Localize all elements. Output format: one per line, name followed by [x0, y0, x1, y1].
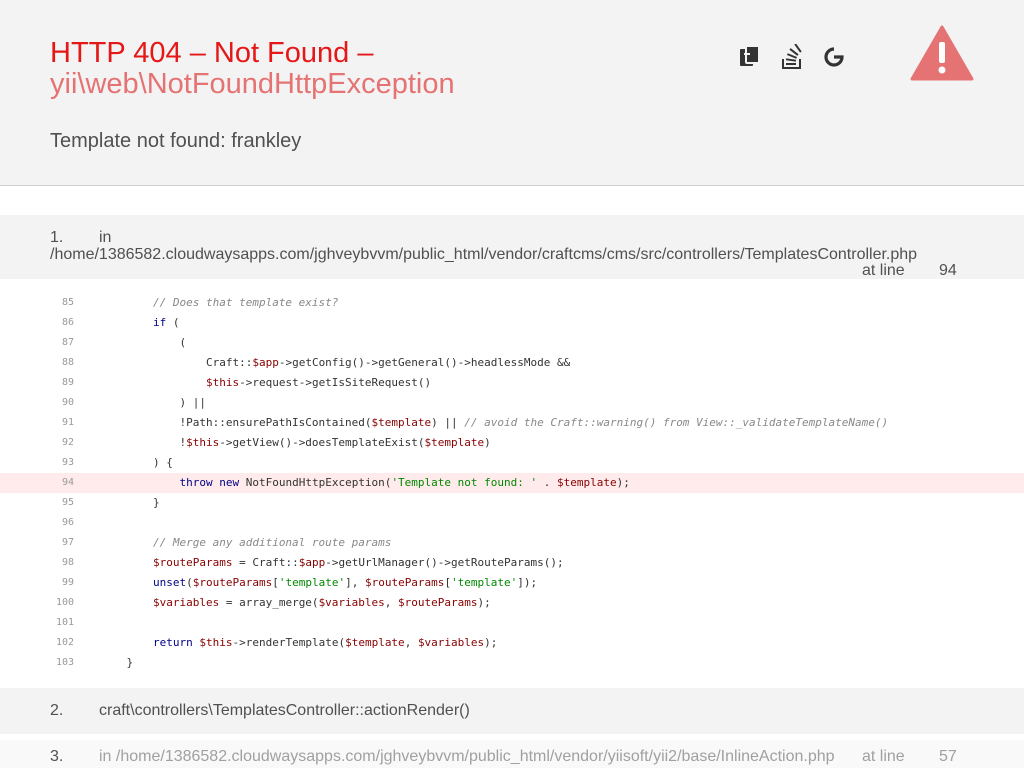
code-line: 95 } [0, 493, 1024, 513]
line-number: 99 [61, 577, 74, 588]
line-number: 92 [61, 437, 74, 448]
code-line: 90 ) || [0, 393, 1024, 413]
line-number: 101 [55, 617, 74, 628]
code-text: ( [100, 336, 187, 349]
stack-overflow-icon[interactable] [780, 44, 804, 70]
error-header: HTTP 404 – Not Found – yii\web\NotFoundH… [0, 0, 1024, 186]
error-status: HTTP 404 – Not Found – [50, 37, 374, 69]
warning-icon [910, 24, 974, 87]
code-line: 88 Craft::$app->getConfig()->getGeneral(… [0, 353, 1024, 373]
frame-number: 3. [50, 748, 64, 765]
line-number: 94 [61, 477, 74, 488]
code-line: 101 [0, 613, 1024, 633]
code-text: unset($routeParams['template'], $routePa… [152, 576, 538, 589]
line-number: 86 [61, 317, 74, 328]
code-line: 102 return $this->renderTemplate($templa… [0, 633, 1024, 653]
code-text: ) { [100, 456, 173, 469]
code-line: 98 $routeParams = Craft::$app->getUrlMan… [0, 553, 1024, 573]
code-text: !Path::ensurePathIsContained($template) … [100, 416, 889, 429]
line-number: 96 [61, 517, 74, 528]
line-number: 95 [61, 497, 74, 508]
code-text: } [100, 496, 160, 509]
stack-frame-3[interactable]: 3. in /home/1386582.cloudwaysapps.com/jg… [0, 740, 1024, 768]
code-line: 89 $this->request->getIsSiteRequest() [0, 373, 1024, 393]
code-text: $variables = array_merge($variables, $ro… [152, 596, 491, 609]
line-number: 103 [55, 657, 74, 668]
code-text: ) || [100, 396, 206, 409]
code-text: throw new NotFoundHttpException('Templat… [179, 476, 630, 489]
code-text: Craft::$app->getConfig()->getGeneral()->… [100, 356, 571, 369]
line-number: 89 [61, 377, 74, 388]
line-number: 88 [61, 357, 74, 368]
frame-file-path: in /home/1386582.cloudwaysapps.com/jghve… [99, 748, 835, 765]
code-text: return $this->renderTemplate($template, … [152, 636, 498, 649]
code-text: // Does that template exist? [152, 296, 339, 309]
stack-frame-2[interactable]: 2. craft\controllers\TemplatesController… [0, 688, 1024, 734]
stack-frame-1[interactable]: 1. in /home/1386582.cloudwaysapps.com/jg… [0, 215, 1024, 279]
line-number: 90 [61, 397, 74, 408]
code-text: $routeParams = Craft::$app->getUrlManage… [152, 556, 564, 569]
line-number: 97 [61, 537, 74, 548]
code-line: 87 ( [0, 333, 1024, 353]
code-text: if ( [152, 316, 180, 329]
line-number: 85 [61, 297, 74, 308]
frame-in-label: in [99, 229, 112, 246]
code-line: 93 ) { [0, 453, 1024, 473]
code-snippet: 85 // Does that template exist? 86 if (87… [0, 293, 1024, 673]
code-line: 97 // Merge any additional route params [0, 533, 1024, 553]
code-text: $this->request->getIsSiteRequest() [205, 376, 432, 389]
frame-line-number: 94 [939, 262, 957, 279]
code-line: 100 $variables = array_merge($variables,… [0, 593, 1024, 613]
error-message: Template not found: frankley [50, 130, 302, 152]
google-icon[interactable] [822, 44, 846, 70]
frame-number: 1. [50, 229, 64, 246]
line-number: 100 [55, 597, 74, 608]
error-title: HTTP 404 – Not Found – yii\web\NotFoundH… [50, 38, 610, 100]
code-text: // Merge any additional route params [152, 536, 392, 549]
code-line-highlighted: 94 throw new NotFoundHttpException('Temp… [0, 473, 1024, 493]
frame-number: 2. [50, 702, 64, 719]
line-number: 102 [55, 637, 74, 648]
frame-at-line-label: at line [862, 262, 905, 279]
line-number: 91 [61, 417, 74, 428]
line-number: 93 [61, 457, 74, 468]
frame-file-path: /home/1386582.cloudwaysapps.com/jghveybv… [50, 246, 918, 263]
code-line: 85 // Does that template exist? [0, 293, 1024, 313]
frame-function[interactable]: craft\controllers\TemplatesController::a… [99, 702, 470, 720]
code-text: } [100, 656, 134, 669]
code-text: !$this->getView()->doesTemplateExist($te… [100, 436, 491, 449]
toolbar [738, 44, 846, 70]
frame-at-line-label: at line [862, 748, 905, 765]
code-line: 92 !$this->getView()->doesTemplateExist(… [0, 433, 1024, 453]
frame-line-number: 57 [939, 748, 957, 765]
exception-class: yii\web\NotFoundHttpException [50, 68, 455, 100]
code-line: 103 } [0, 653, 1024, 673]
line-number: 98 [61, 557, 74, 568]
code-line: 86 if ( [0, 313, 1024, 333]
line-number: 87 [61, 337, 74, 348]
code-line: 99 unset($routeParams['template'], $rout… [0, 573, 1024, 593]
copy-icon[interactable] [738, 44, 762, 70]
code-line: 91 !Path::ensurePathIsContained($templat… [0, 413, 1024, 433]
code-line: 96 [0, 513, 1024, 533]
